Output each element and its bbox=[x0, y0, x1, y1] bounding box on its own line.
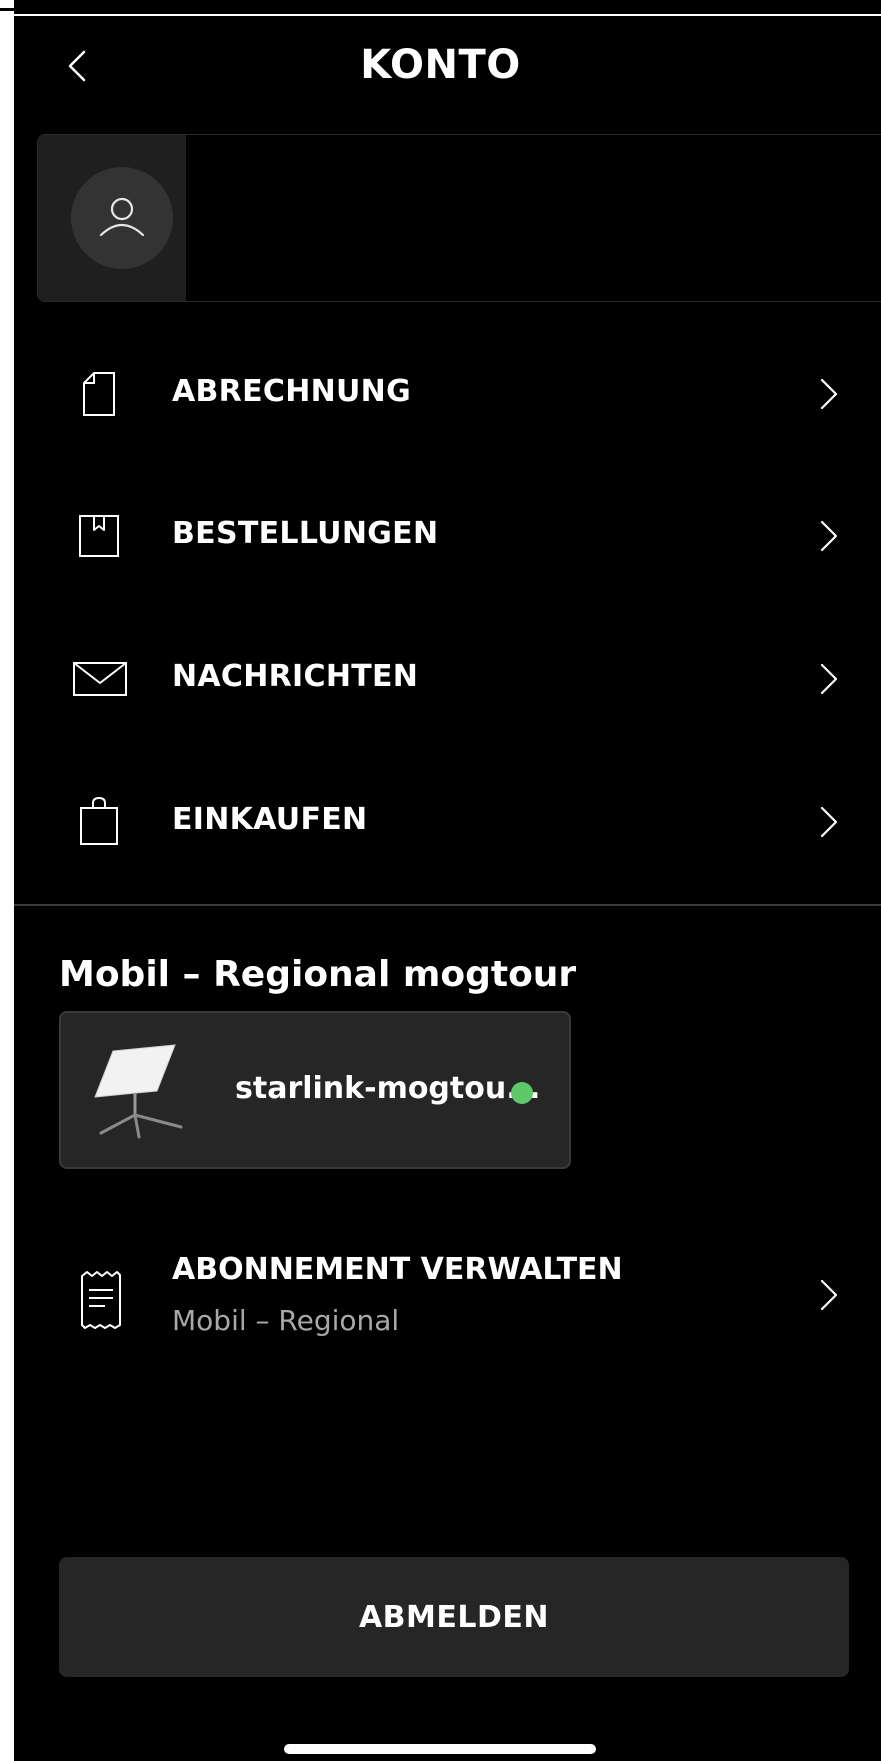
logout-button[interactable]: ABMELDEN bbox=[59, 1557, 849, 1677]
account-screen: KONTO ABRECHNUNG BESTELLUNGEN NACHRICHTE… bbox=[14, 0, 881, 1761]
avatar bbox=[71, 167, 173, 269]
page-title: KONTO bbox=[360, 42, 521, 88]
document-icon bbox=[72, 364, 132, 424]
section-divider bbox=[14, 904, 881, 906]
satellite-dish-icon bbox=[83, 1041, 193, 1141]
manage-subscription-item[interactable]: ABONNEMENT VERWALTEN Mobil – Regional bbox=[14, 1230, 881, 1360]
menu-item-label: ABRECHNUNG bbox=[172, 374, 412, 409]
menu-item-label: EINKAUFEN bbox=[172, 802, 368, 837]
top-edge-highlight bbox=[14, 14, 881, 16]
status-indicator bbox=[511, 1082, 533, 1104]
device-name: starlink-mogtou... bbox=[235, 1071, 541, 1106]
envelope-icon bbox=[72, 649, 132, 709]
chevron-right-icon bbox=[814, 802, 844, 842]
chevron-right-icon bbox=[814, 659, 844, 699]
receipt-icon bbox=[76, 1270, 126, 1330]
avatar-panel bbox=[38, 135, 186, 301]
menu-item-label: NACHRICHTEN bbox=[172, 659, 419, 694]
section-title: Mobil – Regional mogtour bbox=[59, 954, 577, 995]
chevron-right-icon bbox=[814, 374, 844, 414]
home-indicator[interactable] bbox=[284, 1744, 596, 1754]
menu-item-messages[interactable]: NACHRICHTEN bbox=[14, 619, 881, 739]
device-card[interactable]: starlink-mogtou... bbox=[59, 1011, 571, 1169]
menu-item-billing[interactable]: ABRECHNUNG bbox=[14, 334, 881, 454]
chevron-right-icon bbox=[814, 1275, 844, 1315]
subscription-plan: Mobil – Regional bbox=[172, 1304, 400, 1337]
menu-item-shop[interactable]: EINKAUFEN bbox=[14, 762, 881, 882]
shopping-bag-icon bbox=[72, 792, 132, 852]
subscription-label: ABONNEMENT VERWALTEN bbox=[172, 1252, 623, 1287]
profile-card[interactable] bbox=[37, 134, 881, 302]
user-icon bbox=[99, 197, 145, 237]
chevron-right-icon bbox=[814, 516, 844, 556]
box-icon bbox=[72, 506, 132, 566]
menu-item-label: BESTELLUNGEN bbox=[172, 516, 439, 551]
menu-item-orders[interactable]: BESTELLUNGEN bbox=[14, 476, 881, 596]
